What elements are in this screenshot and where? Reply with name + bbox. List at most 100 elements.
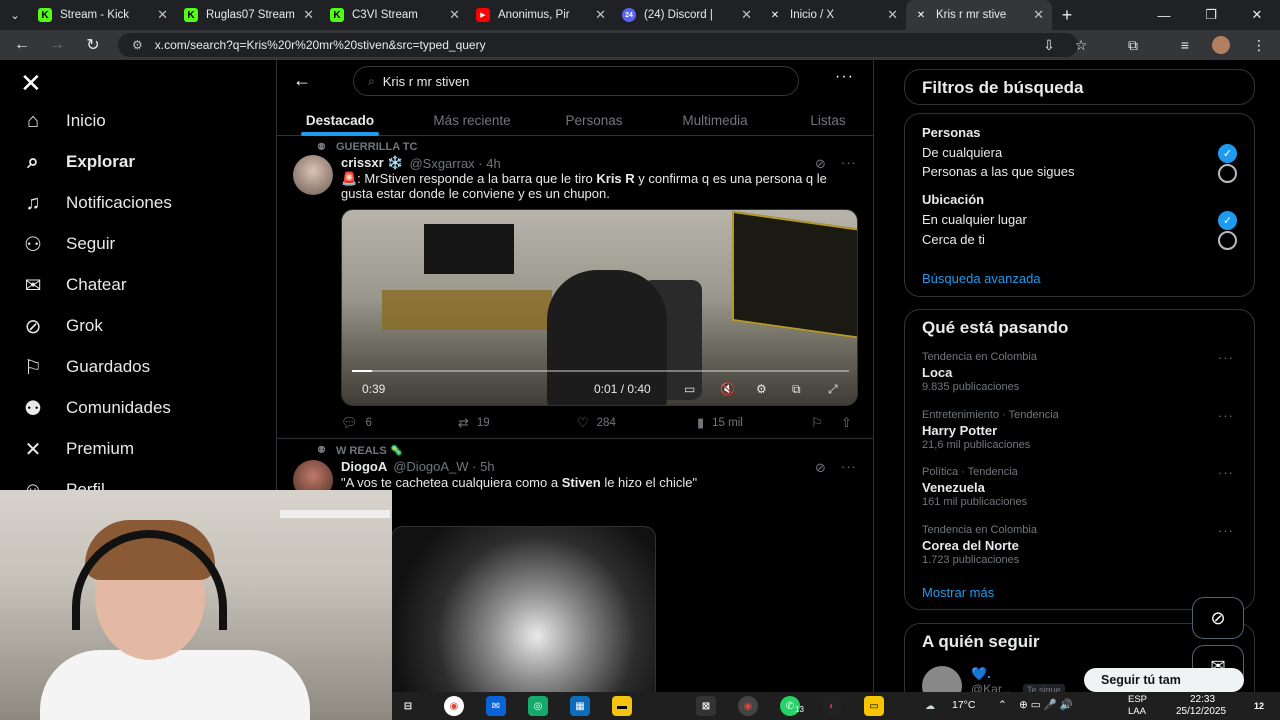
grok-icon[interactable]: ⊘ — [815, 156, 826, 172]
forward-icon[interactable]: → — [40, 30, 74, 60]
trend-name[interactable]: Loca — [922, 365, 952, 380]
sidebar-item-premium[interactable]: ✕ Premium — [20, 431, 134, 467]
site-info-icon[interactable]: ⚙ — [132, 38, 143, 52]
advanced-search-link[interactable]: Búsqueda avanzada — [922, 271, 1041, 286]
extensions-icon[interactable]: ⧉ — [1118, 30, 1148, 60]
tab-multimedia[interactable]: Multimedia — [647, 104, 783, 136]
sidebar-item-guardados[interactable]: ⚐ Guardados — [20, 349, 150, 385]
close-icon[interactable]: ✕ — [157, 7, 168, 23]
install-app-icon[interactable]: ⇩ — [1034, 30, 1064, 60]
browser-tab-2[interactable]: K Ruglas07 Stream ✕ — [176, 0, 322, 30]
video-progress-bar[interactable] — [352, 370, 849, 372]
post[interactable]: ⚉ GUERRILLA TC crissxr ❄️ @Sxgarrax · 4h… — [277, 137, 874, 437]
post-image[interactable] — [391, 526, 656, 720]
grok-fab-icon[interactable]: ⊘ — [1192, 597, 1244, 639]
copilot-icon[interactable]: ◎ — [528, 696, 548, 716]
bookmark-star-icon[interactable]: ☆ — [1066, 30, 1096, 60]
file-explorer-icon[interactable]: ▬ — [612, 696, 632, 716]
trend-more-icon[interactable]: ··· — [1218, 350, 1234, 365]
close-icon[interactable]: ✕ — [741, 7, 752, 23]
store-icon[interactable]: ▦ — [570, 696, 590, 716]
notification-icon[interactable]: 12 — [1244, 696, 1274, 716]
sidebar-item-chatear[interactable]: ✉ Chatear — [20, 267, 127, 303]
share-button[interactable]: ⇧ — [841, 415, 860, 431]
reload-icon[interactable]: ↻ — [76, 30, 110, 60]
tab-destacado[interactable]: Destacado — [277, 104, 403, 136]
reply-button[interactable]: 💬︎ 6 — [341, 415, 372, 431]
chrome-icon[interactable]: ◉ — [444, 696, 464, 716]
address-bar[interactable]: ⚙ x.com/search?q=Kris%20r%20mr%20stiven&… — [118, 33, 1078, 57]
browser-tab-5[interactable]: 24 (24) Discord | ✕ — [614, 0, 760, 30]
settings-icon[interactable]: ⚙ — [756, 382, 767, 396]
browser-tab-3[interactable]: K C3VI Stream ✕ — [322, 0, 468, 30]
trend-name[interactable]: Corea del Norte — [922, 538, 1019, 553]
clock-date[interactable]: 25/12/2025 — [1176, 706, 1226, 717]
keyboard-layout[interactable]: LAA — [1128, 706, 1146, 717]
minimize-button[interactable]: — — [1141, 0, 1187, 30]
close-icon[interactable]: ✕ — [595, 7, 606, 23]
author-handle[interactable]: @DiogoA_W · 5h — [393, 459, 494, 474]
browser-tab-4[interactable]: ▶ Anonimus, Pir ✕ — [468, 0, 614, 30]
back-icon[interactable]: ← — [5, 30, 39, 60]
like-button[interactable]: ♡ 284 — [577, 415, 616, 431]
video-player[interactable]: 0:39 0:01 / 0:40 ▭ 🔇 ⚙ ⧉ ⤢ — [341, 209, 858, 406]
trend-more-icon[interactable]: ··· — [1218, 523, 1234, 538]
sidebar-item-grok[interactable]: ⊘ Grok — [20, 308, 103, 344]
chrome-active-icon[interactable]: ◉ — [738, 696, 758, 716]
tab-mas-reciente[interactable]: Más reciente — [403, 104, 541, 136]
browser-tab-1[interactable]: K Stream - Kick ✕ — [30, 0, 176, 30]
author-name[interactable]: crissxr ❄️ — [341, 155, 403, 171]
back-arrow-icon[interactable]: ← — [293, 70, 311, 91]
sidebar-item-notificaciones[interactable]: ♫ Notificaciones — [20, 185, 172, 221]
radio-anywhere[interactable]: ✓ — [1218, 211, 1237, 230]
browser-tab-6[interactable]: ✕ Inicio / X ✕ — [760, 0, 906, 30]
tab-listas[interactable]: Listas — [783, 104, 873, 136]
follow-button[interactable]: Seguir tú tam — [1084, 668, 1244, 692]
close-icon[interactable]: ✕ — [303, 7, 314, 23]
filter-option-near[interactable]: Cerca de ti — [922, 232, 985, 247]
tab-personas[interactable]: Personas — [541, 104, 647, 136]
close-icon[interactable]: ✕ — [887, 7, 898, 23]
trend-more-icon[interactable]: ··· — [1218, 465, 1234, 480]
media-controls-icon[interactable]: ≡ — [1170, 30, 1200, 60]
close-window-button[interactable]: ✕ — [1234, 0, 1280, 30]
more-options-icon[interactable]: ··· — [835, 68, 854, 86]
mail-app-icon[interactable]: ✉ — [486, 696, 506, 716]
tray-icons[interactable]: ⊕ ▭ 🎤 🔊 — [1019, 698, 1073, 711]
browser-menu-icon[interactable]: ⋮ — [1244, 30, 1274, 60]
obs-icon[interactable]: ◐ — [822, 696, 842, 716]
trend-more-icon[interactable]: ··· — [1218, 408, 1234, 423]
sidebar-item-explorar[interactable]: ⌕ Explorar — [20, 144, 135, 180]
tab-search-chevron-icon[interactable]: ⌄ — [0, 0, 30, 30]
author-name[interactable]: DiogoA — [341, 459, 387, 474]
sticky-notes-icon[interactable]: ▭ — [864, 696, 884, 716]
xbox-icon[interactable]: ⊠ — [696, 696, 716, 716]
trend-name[interactable]: Harry Potter — [922, 423, 997, 438]
filter-option-anyone[interactable]: De cualquiera — [922, 145, 1002, 160]
trend-name[interactable]: Venezuela — [922, 480, 985, 495]
browser-tab-active[interactable]: ✕ Kris r mr stive ✕ — [906, 0, 1052, 30]
bookmark-button[interactable]: ⚐ — [811, 415, 831, 431]
radio-near[interactable] — [1218, 231, 1237, 250]
show-more-link[interactable]: Mostrar más — [922, 585, 994, 600]
grok-icon[interactable]: ⊘ — [815, 460, 826, 476]
captions-icon[interactable]: ▭ — [684, 382, 695, 396]
filter-option-anywhere[interactable]: En cualquier lugar — [922, 212, 1027, 227]
filter-option-following[interactable]: Personas a las que sigues — [922, 164, 1074, 179]
close-icon[interactable]: ✕ — [449, 7, 460, 23]
new-tab-button[interactable]: + — [1052, 0, 1082, 30]
search-input[interactable]: ⌕ Kris r mr stiven — [353, 66, 799, 96]
keyboard-lang[interactable]: ESP — [1128, 694, 1147, 705]
radio-following[interactable] — [1218, 164, 1237, 183]
sidebar-item-seguir[interactable]: ⚇ Seguir — [20, 226, 115, 262]
views-button[interactable]: ▮ 15 mil — [697, 415, 743, 431]
avatar[interactable] — [293, 155, 333, 195]
post-more-icon[interactable]: ··· — [841, 155, 857, 170]
x-logo-icon[interactable]: ✕ — [20, 68, 42, 99]
profile-avatar-icon[interactable] — [1206, 30, 1236, 60]
sidebar-item-inicio[interactable]: ⌂ Inicio — [20, 103, 106, 139]
task-view-icon[interactable]: ⊟ — [398, 696, 418, 716]
pip-icon[interactable]: ⧉ — [792, 382, 801, 397]
author-handle[interactable]: @Sxgarrax · 4h — [409, 156, 500, 171]
sidebar-item-comunidades[interactable]: ⚉ Comunidades — [20, 390, 171, 426]
